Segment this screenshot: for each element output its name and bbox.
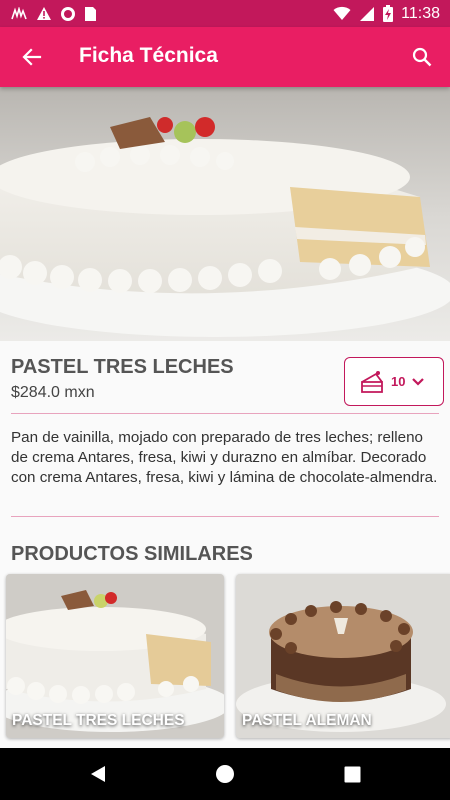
similar-product-card[interactable]: PASTEL TRES LECHES [6,574,224,738]
app-logo-icon [11,6,27,19]
product-name: PASTEL TRES LECHES [11,356,234,378]
product-image [0,87,450,341]
wifi-icon [333,6,351,20]
status-bar: 11:38 [0,0,450,27]
nav-home-icon [216,765,234,783]
search-button[interactable] [404,39,440,75]
divider [11,413,439,414]
quantity-selector[interactable]: 10 [344,357,444,406]
similar-product-label: PASTEL ALEMAN [242,712,372,729]
arrow-back-icon [22,48,42,66]
similar-product-label: PASTEL TRES LECHES [12,712,185,729]
app-bar: Ficha Técnica [0,27,450,87]
circle-icon [61,6,75,21]
back-button[interactable] [14,39,50,75]
nav-back-icon [91,766,105,782]
sd-card-icon [85,6,96,21]
divider [11,516,439,517]
battery-charging-icon [383,5,394,22]
status-time: 11:38 [401,4,440,22]
quantity-value: 10 [391,374,406,389]
warning-icon [37,7,51,20]
page-title: Ficha Técnica [79,44,218,67]
chevron-down-icon [412,377,425,386]
nav-back-button[interactable] [86,762,110,786]
product-description: Pan de vainilla, mojado con preparado de… [11,429,438,486]
signal-icon [360,6,375,21]
cake-icon [361,370,383,393]
nav-home-button[interactable] [213,762,237,786]
similar-product-card[interactable]: PASTEL ALEMAN [236,574,450,738]
search-icon [412,47,432,67]
similar-products-title: PRODUCTOS SIMILARES [11,543,253,565]
nav-recents-icon [344,766,360,782]
nav-recents-button[interactable] [340,762,364,786]
product-price: $284.0 mxn [11,384,95,401]
system-navigation-bar [0,748,450,800]
